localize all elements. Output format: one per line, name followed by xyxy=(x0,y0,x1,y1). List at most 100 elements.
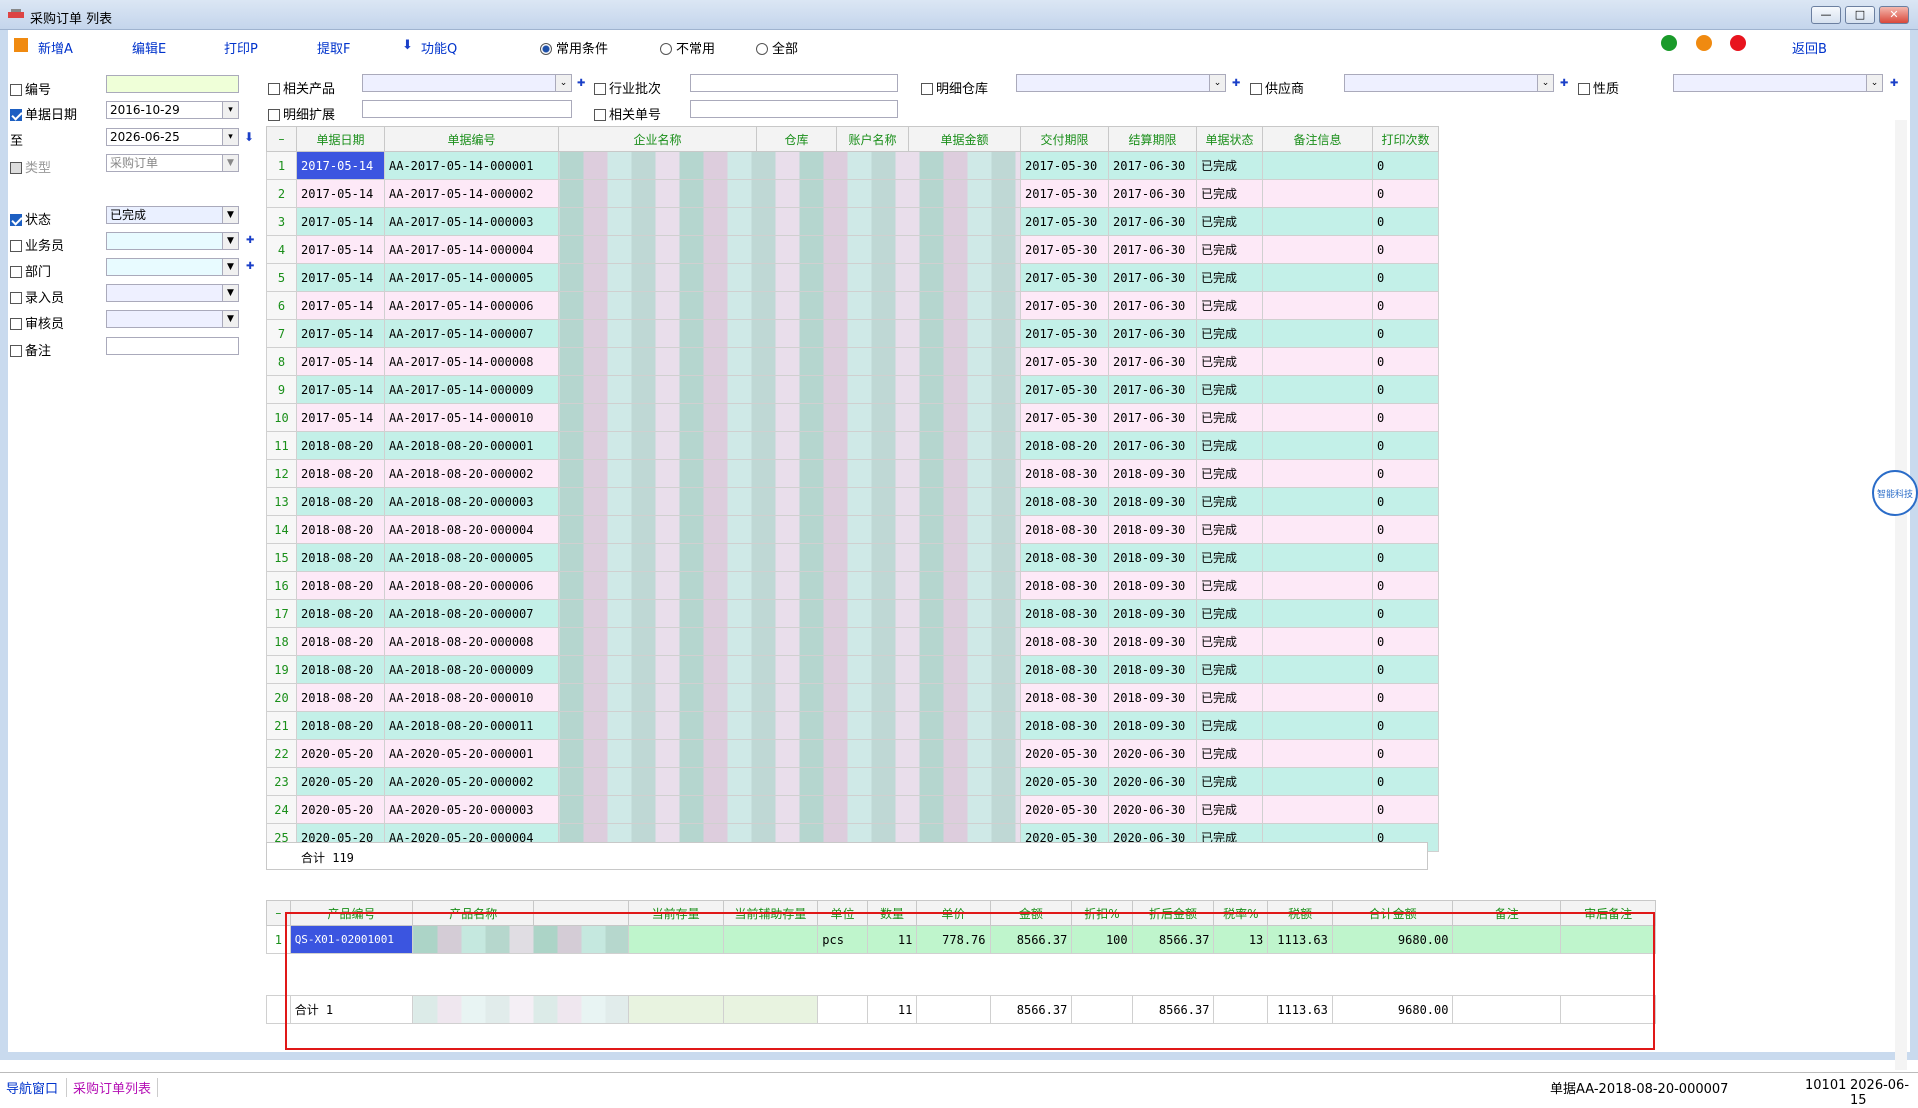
table-row[interactable]: 20 2018-08-20 AA-2018-08-20-000010 2018-08-… xyxy=(266,683,1439,712)
column-header[interactable]: 单据金额 xyxy=(908,126,1021,152)
status-select[interactable]: 已完成 ▼ xyxy=(106,206,239,224)
right-scrollbar[interactable] xyxy=(1895,120,1907,1070)
entry-select[interactable]: ▼ xyxy=(106,284,239,302)
red-status-dot[interactable] xyxy=(1730,35,1746,51)
column-header[interactable]: 账户名称 xyxy=(836,126,909,152)
brand-badge[interactable]: 智能科技 xyxy=(1872,470,1918,516)
column-header[interactable]: 交付期限 xyxy=(1020,126,1109,152)
radio-common[interactable]: 常用条件 xyxy=(540,38,608,57)
table-row[interactable]: 12 2018-08-20 AA-2018-08-20-000002 2018-08-… xyxy=(266,459,1439,488)
plus-icon[interactable]: ✚ xyxy=(1232,78,1240,89)
column-header[interactable]: 备注信息 xyxy=(1262,126,1373,152)
table-row[interactable]: 7 2017-05-14 AA-2017-05-14-000007 2017-05-3… xyxy=(266,319,1439,348)
table-row[interactable]: 8 2017-05-14 AA-2017-05-14-000008 2017-05-3… xyxy=(266,347,1439,376)
checkbox-icon[interactable] xyxy=(10,84,22,96)
calendar-icon[interactable]: ▾ xyxy=(222,129,238,145)
filter-number[interactable]: 编号 xyxy=(10,79,51,98)
checkbox-icon[interactable] xyxy=(268,109,280,121)
function-button[interactable]: 功能Q xyxy=(421,38,457,57)
table-row[interactable]: 13 2018-08-20 AA-2018-08-20-000003 2018-08-… xyxy=(266,487,1439,516)
plus-icon[interactable]: ✚ xyxy=(1560,78,1568,89)
table-row[interactable]: 4 2017-05-14 AA-2017-05-14-000004 2017-05-3… xyxy=(266,235,1439,264)
table-row[interactable]: 15 2018-08-20 AA-2018-08-20-000005 2018-08-… xyxy=(266,543,1439,572)
nature-select[interactable]: ⌄ xyxy=(1673,74,1883,92)
row-selector-header[interactable]: – xyxy=(266,126,297,152)
arrow-down-icon[interactable]: ⬇ xyxy=(244,130,254,144)
industry-batch-input[interactable] xyxy=(690,74,898,92)
table-row[interactable]: 17 2018-08-20 AA-2018-08-20-000007 2018-08-… xyxy=(266,599,1439,628)
green-status-dot[interactable] xyxy=(1661,35,1677,51)
new-button[interactable]: 新增A xyxy=(38,38,73,57)
type-select[interactable]: 采购订单 ▼ xyxy=(106,154,239,172)
filter-industry-batch[interactable]: 行业批次 xyxy=(594,78,661,97)
checkbox-icon[interactable] xyxy=(10,318,22,330)
calendar-icon[interactable]: ▾ xyxy=(222,102,238,118)
chevron-down-icon[interactable]: ▼ xyxy=(222,259,238,275)
dept-select[interactable]: ▼ xyxy=(106,258,239,276)
supplier-select[interactable]: ⌄ xyxy=(1344,74,1554,92)
column-header[interactable]: 单据日期 xyxy=(296,126,385,152)
table-row[interactable]: 9 2017-05-14 AA-2017-05-14-000009 2017-05-3… xyxy=(266,375,1439,404)
filter-detail-ext[interactable]: 明细扩展 xyxy=(268,104,335,123)
column-header[interactable]: 单据状态 xyxy=(1196,126,1263,152)
chevron-down-icon[interactable]: ▼ xyxy=(222,207,238,223)
plus-icon[interactable]: ✚ xyxy=(246,235,254,246)
checkbox-checked-icon[interactable] xyxy=(10,214,22,226)
filter-supplier[interactable]: 供应商 xyxy=(1250,78,1304,97)
related-product-select[interactable]: ⌄ xyxy=(362,74,572,92)
filter-related-product[interactable]: 相关产品 xyxy=(268,78,335,97)
date-from-input[interactable]: 2016-10-29 ▾ xyxy=(106,101,239,119)
close-button[interactable]: ✕ xyxy=(1879,6,1909,24)
plus-icon[interactable]: ✚ xyxy=(1890,78,1898,89)
checkbox-icon[interactable] xyxy=(1578,83,1590,95)
number-input[interactable] xyxy=(106,75,239,93)
detail-ext-input[interactable] xyxy=(362,100,572,118)
table-row[interactable]: 2 2017-05-14 AA-2017-05-14-000002 2017-05-3… xyxy=(266,179,1439,208)
minimize-button[interactable]: — xyxy=(1811,6,1841,24)
column-header[interactable]: 仓库 xyxy=(756,126,837,152)
chevron-down-icon[interactable]: ▼ xyxy=(222,311,238,327)
table-row[interactable]: 6 2017-05-14 AA-2017-05-14-000006 2017-05-3… xyxy=(266,291,1439,320)
table-row[interactable]: 24 2020-05-20 AA-2020-05-20-000003 2020-05-… xyxy=(266,795,1439,824)
column-header[interactable]: 打印次数 xyxy=(1372,126,1439,152)
table-row[interactable]: 1 2017-05-14 AA-2017-05-14-000001 2017-05-3… xyxy=(266,151,1439,180)
filter-detail-warehouse[interactable]: 明细仓库 xyxy=(921,78,988,97)
table-row[interactable]: 10 2017-05-14 AA-2017-05-14-000010 2017-05-… xyxy=(266,403,1439,432)
checkbox-icon[interactable] xyxy=(10,292,22,304)
back-button[interactable]: 返回B xyxy=(1792,38,1827,57)
filter-nature[interactable]: 性质 xyxy=(1578,78,1619,97)
column-header[interactable]: 企业名称 xyxy=(558,126,757,152)
table-row[interactable]: 18 2018-08-20 AA-2018-08-20-000008 2018-08-… xyxy=(266,627,1439,656)
chevron-down-icon[interactable]: ▼ xyxy=(222,155,238,171)
chevron-down-icon[interactable]: ⌄ xyxy=(1866,75,1882,91)
edit-button[interactable]: 编辑E xyxy=(132,38,166,57)
checkbox-icon[interactable] xyxy=(10,345,22,357)
checkbox-icon[interactable] xyxy=(10,266,22,278)
plus-icon[interactable]: ✚ xyxy=(246,261,254,272)
table-row[interactable]: 11 2018-08-20 AA-2018-08-20-000001 2018-08-… xyxy=(266,431,1439,460)
table-row[interactable]: 5 2017-05-14 AA-2017-05-14-000005 2017-05-3… xyxy=(266,263,1439,292)
radio-uncommon[interactable]: 不常用 xyxy=(660,38,715,57)
chevron-down-icon[interactable]: ⌄ xyxy=(1209,75,1225,91)
filter-date[interactable]: 单据日期 xyxy=(10,104,77,123)
filter-auditor[interactable]: 审核员 xyxy=(10,313,64,332)
table-row[interactable]: 21 2018-08-20 AA-2018-08-20-000011 2018-08-… xyxy=(266,711,1439,740)
orange-status-dot[interactable] xyxy=(1696,35,1712,51)
table-row[interactable]: 16 2018-08-20 AA-2018-08-20-000006 2018-08-… xyxy=(266,571,1439,600)
column-header[interactable]: 结算期限 xyxy=(1108,126,1197,152)
checkbox-icon[interactable] xyxy=(594,109,606,121)
filter-dept[interactable]: 部门 xyxy=(10,261,51,280)
column-header[interactable]: 单据编号 xyxy=(384,126,559,152)
filter-related-bill[interactable]: 相关单号 xyxy=(594,104,661,123)
filter-entry[interactable]: 录入员 xyxy=(10,287,64,306)
table-row[interactable]: 23 2020-05-20 AA-2020-05-20-000002 2020-05-… xyxy=(266,767,1439,796)
print-button[interactable]: 打印P xyxy=(224,38,258,57)
chevron-down-icon[interactable]: ⌄ xyxy=(1537,75,1553,91)
table-row[interactable]: 3 2017-05-14 AA-2017-05-14-000003 2017-05-3… xyxy=(266,207,1439,236)
detail-warehouse-select[interactable]: ⌄ xyxy=(1016,74,1226,92)
nav-window-tab[interactable]: 导航窗口 xyxy=(6,1078,58,1097)
checkbox-icon[interactable] xyxy=(1250,83,1262,95)
table-row[interactable]: 14 2018-08-20 AA-2018-08-20-000004 2018-08-… xyxy=(266,515,1439,544)
order-list-tab[interactable]: 采购订单列表 xyxy=(66,1078,159,1097)
remark-input[interactable] xyxy=(106,337,239,355)
